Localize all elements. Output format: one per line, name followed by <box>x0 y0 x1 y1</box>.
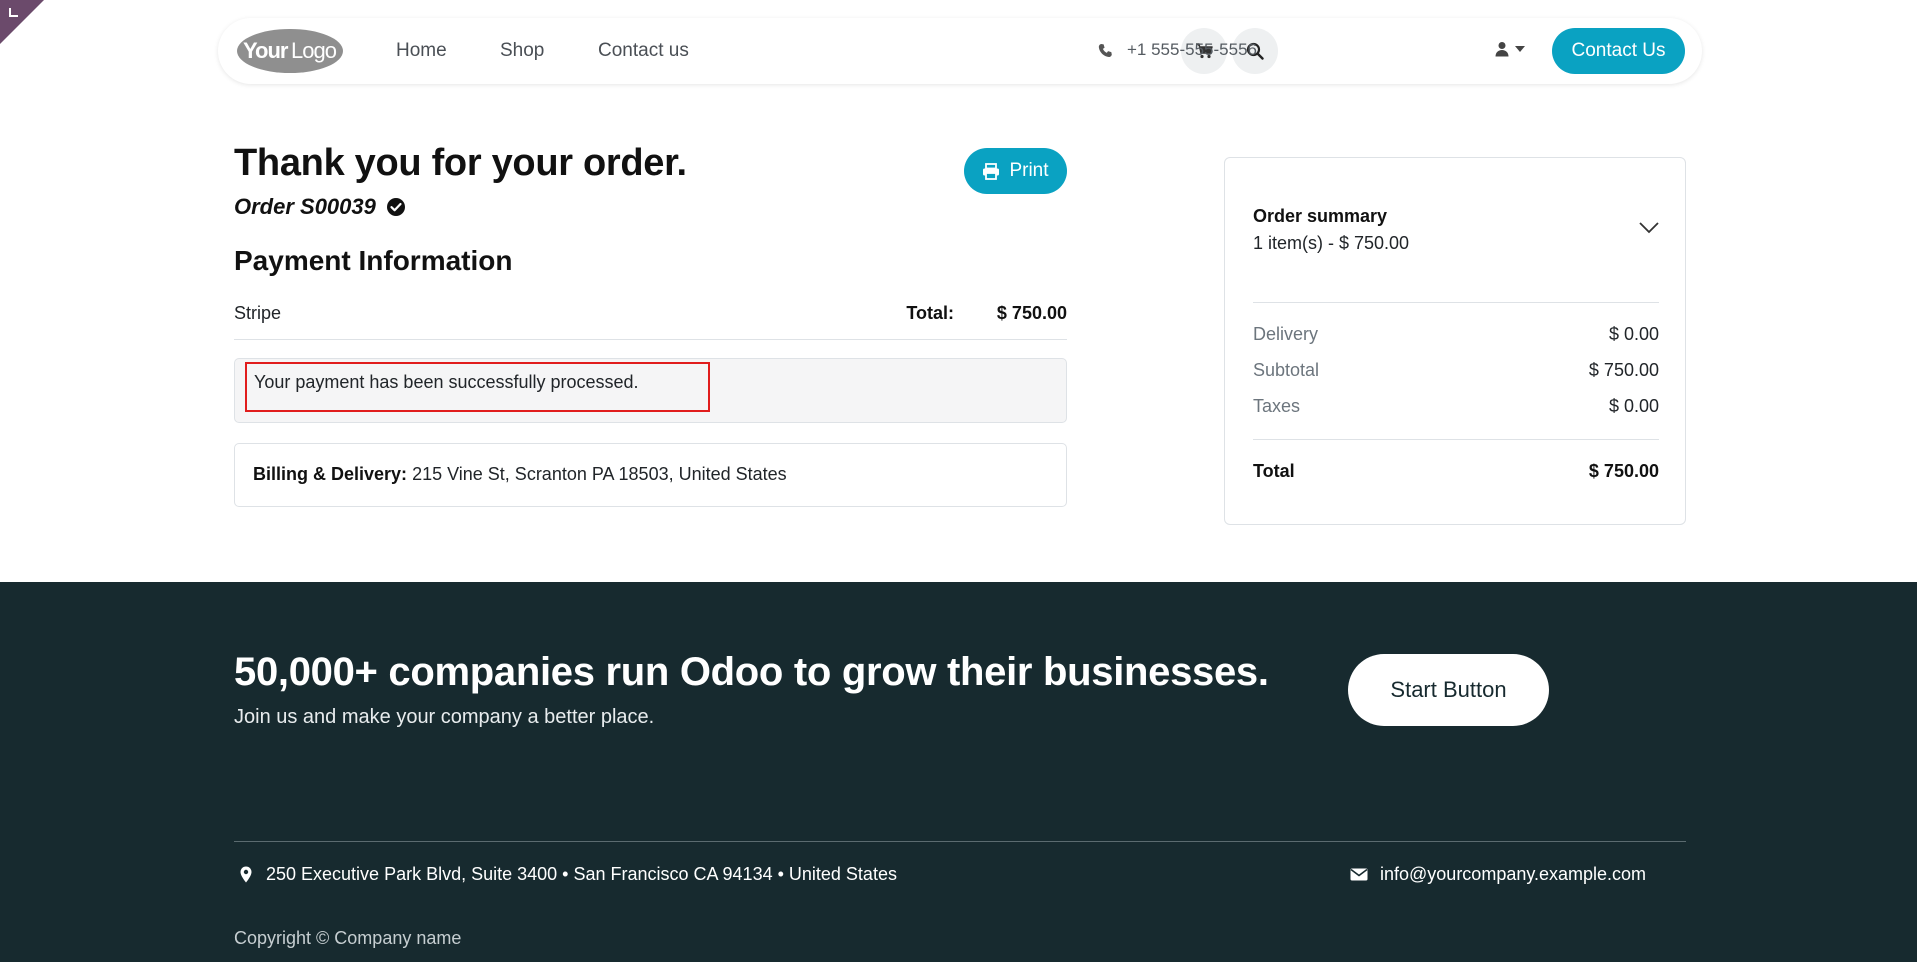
editor-corner-toggle[interactable] <box>0 0 44 44</box>
svg-text:Your: Your <box>243 38 289 63</box>
phone-number: +1 555-555-5556 <box>1127 40 1257 59</box>
caret-down-icon <box>1515 46 1525 52</box>
envelope-icon <box>1350 868 1368 881</box>
summary-line-value: $ 0.00 <box>1608 396 1659 416</box>
check-circle-icon <box>386 198 405 216</box>
contact-us-button[interactable]: Contact Us <box>1552 28 1685 74</box>
page-title: Thank you for your order. <box>234 142 687 184</box>
chevron-down-icon[interactable] <box>1639 222 1659 234</box>
payment-total-value: $ 750.00 <box>996 303 1067 323</box>
nav-home[interactable]: Home <box>396 40 447 62</box>
nav-contact-us[interactable]: Contact us <box>598 40 689 62</box>
footer-address: 250 Executive Park Blvd, Suite 3400 • Sa… <box>240 864 897 885</box>
phone-link[interactable]: +1 555-555-5556 <box>1098 40 1257 60</box>
summary-line-subtotal: Subtotal $ 750.00 <box>1253 360 1659 381</box>
payment-method: Stripe <box>234 303 282 323</box>
summary-line-delivery: Delivery $ 0.00 <box>1253 324 1659 345</box>
order-summary-card: Order summary 1 item(s) - $ 750.00 Deliv… <box>1224 157 1686 525</box>
summary-total: Total $ 750.00 <box>1253 461 1659 482</box>
summary-line-taxes: Taxes $ 0.00 <box>1253 396 1659 417</box>
print-button[interactable]: Print <box>964 148 1067 194</box>
phone-icon <box>1098 43 1112 57</box>
billing-delivery-address: 215 Vine St, Scranton PA 18503, United S… <box>412 464 787 484</box>
summary-total-label: Total <box>1253 461 1295 481</box>
footer-divider <box>234 841 1686 842</box>
summary-divider <box>1253 302 1659 303</box>
summary-total-value: $ 750.00 <box>1588 461 1659 481</box>
summary-line-value: $ 0.00 <box>1608 324 1659 344</box>
summary-line-label: Delivery <box>1253 324 1319 344</box>
site-footer: 50,000+ companies run Odoo to grow their… <box>0 582 1917 962</box>
summary-line-value: $ 750.00 <box>1588 360 1659 380</box>
summary-line-label: Taxes <box>1253 396 1301 416</box>
start-button[interactable]: Start Button <box>1348 654 1549 726</box>
order-summary-count: 1 item(s) - $ 750.00 <box>1253 233 1410 253</box>
summary-divider <box>1253 439 1659 440</box>
footer-subline: Join us and make your company a better p… <box>234 706 655 728</box>
nav-shop[interactable]: Shop <box>500 40 544 62</box>
footer-address-text: 250 Executive Park Blvd, Suite 3400 • Sa… <box>266 864 897 884</box>
print-label: Print <box>1009 160 1049 181</box>
payment-status-alert: Your payment has been successfully proce… <box>234 358 1067 423</box>
user-menu-toggle[interactable] <box>1495 41 1525 57</box>
order-summary-title: Order summary <box>1253 206 1388 226</box>
order-number: Order S00039 <box>234 194 376 219</box>
summary-line-label: Subtotal <box>1253 360 1320 380</box>
logo-image: Your Logo <box>237 29 343 73</box>
payment-row: Stripe Total: $ 750.00 <box>234 300 1067 340</box>
footer-headline: 50,000+ companies run Odoo to grow their… <box>234 650 1269 694</box>
footer-email-link[interactable]: info@yourcompany.example.com <box>1350 864 1646 885</box>
svg-text:Logo: Logo <box>291 38 337 63</box>
billing-delivery-label: Billing & Delivery: <box>253 464 408 484</box>
billing-delivery-box: Billing & Delivery: 215 Vine St, Scranto… <box>234 443 1067 507</box>
order-reference: Order S00039 <box>234 194 406 220</box>
map-marker-icon <box>240 866 252 883</box>
site-logo[interactable]: Your Logo <box>236 27 344 75</box>
copyright-text: Copyright © Company name <box>234 928 462 948</box>
payment-status-message: Your payment has been successfully proce… <box>254 372 639 392</box>
printer-icon <box>983 162 1000 180</box>
payment-information-heading: Payment Information <box>234 245 513 276</box>
footer-email-text: info@yourcompany.example.com <box>1380 864 1647 884</box>
user-icon <box>1495 42 1509 57</box>
site-header: Your Logo Home Shop Contact us +1 555-55… <box>218 18 1702 84</box>
payment-total-label: Total: <box>906 303 954 323</box>
